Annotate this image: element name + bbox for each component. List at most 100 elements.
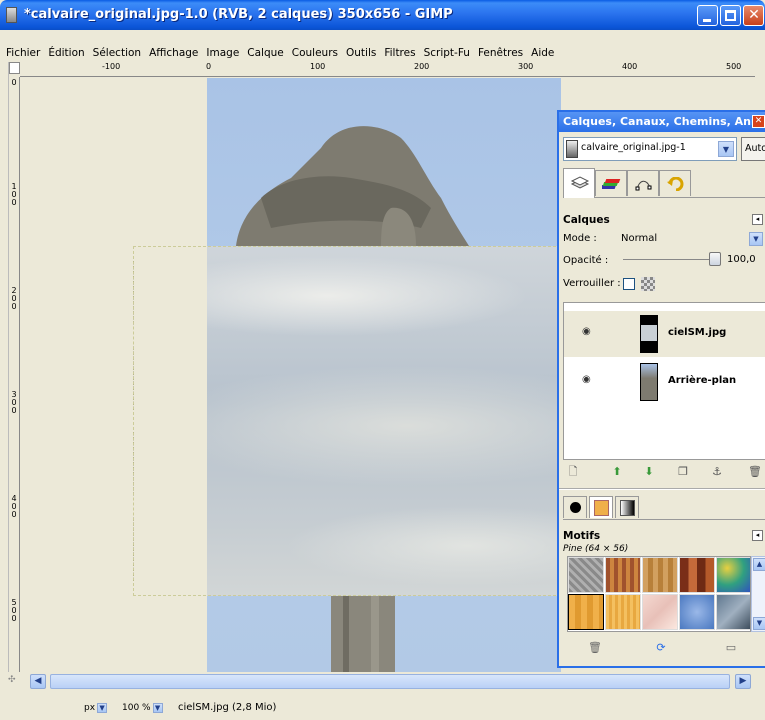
current-pattern: Pine (64 × 56) [563, 544, 629, 554]
title-bar[interactable]: *calvaire_original.jpg-1.0 (RVB, 2 calqu… [0, 0, 765, 30]
mode-label: Mode : [563, 233, 597, 244]
layer-row[interactable]: ◉ cielSM.jpg [564, 311, 765, 357]
lock-label: Verrouiller : [563, 278, 621, 289]
mode-select[interactable]: Normal [621, 233, 657, 244]
trash-icon[interactable]: 🗑 [587, 640, 603, 656]
new-layer-icon[interactable]: 🗋 [565, 464, 581, 480]
dock-tabs [563, 168, 765, 198]
pattern-swatch[interactable] [716, 557, 750, 593]
zoom-select[interactable]: 100 % ▼ [118, 700, 174, 716]
layer-row[interactable]: ◉ Arrière-plan [564, 359, 765, 405]
pane-divider[interactable] [559, 488, 765, 490]
tab-paths[interactable] [627, 170, 659, 196]
eye-icon[interactable]: ◉ [582, 327, 598, 337]
tab-patterns[interactable] [589, 496, 613, 518]
horizontal-ruler[interactable]: -100 0 100 200 300 400 500 [20, 62, 755, 77]
menu-outils[interactable]: Outils [342, 45, 380, 62]
image-canvas[interactable] [21, 78, 561, 672]
left-edge [0, 62, 9, 672]
auto-button[interactable]: Auto [741, 137, 765, 161]
scroll-right-button[interactable]: ▶ [735, 674, 751, 689]
tab-undo[interactable] [659, 170, 691, 196]
navigate-icon[interactable]: ✣ [8, 675, 20, 687]
image-select-value: calvaire_original.jpg-1 [581, 142, 686, 153]
tab-menu-icon[interactable]: ◂ [752, 214, 763, 225]
scroll-left-button[interactable]: ◀ [30, 674, 46, 689]
dock-close-icon[interactable]: ✕ [752, 115, 765, 128]
tab-layers[interactable] [563, 168, 595, 198]
opacity-slider-track[interactable] [623, 259, 715, 260]
pattern-swatch[interactable] [679, 557, 715, 593]
menu-selection[interactable]: Sélection [89, 45, 145, 62]
pattern-swatch-selected[interactable] [568, 594, 604, 630]
pattern-swatch[interactable] [642, 594, 678, 630]
brush-icon [570, 502, 581, 513]
raise-layer-icon[interactable]: ⬆ [609, 464, 625, 480]
menu-calque[interactable]: Calque [243, 45, 287, 62]
layer-name: cielSM.jpg [668, 327, 727, 338]
pattern-swatch[interactable] [605, 594, 641, 630]
menu-fenetres[interactable]: Fenêtres [474, 45, 527, 62]
folder-icon[interactable]: ▭ [723, 640, 739, 656]
menu-edition[interactable]: Édition [44, 45, 88, 62]
refresh-icon[interactable]: ⟳ [653, 640, 669, 656]
pattern-icon [594, 500, 609, 516]
dock-title-bar[interactable]: Calques, Canaux, Chemins, Ann... ✕ [559, 112, 765, 132]
hruler-label: -100 [102, 62, 121, 71]
patterns-toolbar: 🗑 ⟳ ▭ [563, 640, 765, 658]
pattern-swatch[interactable] [605, 557, 641, 593]
tab-brushes[interactable] [563, 496, 587, 518]
patterns-scrollbar[interactable]: ▲ ▼ [751, 556, 765, 632]
menu-aide[interactable]: Aide [527, 45, 558, 62]
close-button[interactable]: ✕ [743, 5, 764, 26]
eye-icon[interactable]: ◉ [582, 375, 598, 385]
patterns-grid[interactable] [567, 556, 751, 632]
lower-layer-icon[interactable]: ⬇ [641, 464, 657, 480]
menu-filtres[interactable]: Filtres [380, 45, 419, 62]
vertical-ruler[interactable]: 0 100 200 300 400 500 [9, 77, 20, 672]
trash-icon[interactable]: 🗑 [747, 464, 763, 480]
vruler-label: 300 [11, 390, 17, 415]
chevron-down-icon: ▼ [718, 141, 734, 157]
chevron-down-icon[interactable]: ▼ [753, 617, 765, 630]
lock-alpha-icon[interactable] [641, 277, 655, 291]
opacity-slider-handle[interactable] [709, 252, 721, 266]
channels-icon [602, 179, 621, 189]
pattern-swatch[interactable] [679, 594, 715, 630]
layers-icon [570, 176, 590, 189]
maximize-icon [725, 10, 736, 21]
status-bar: px ▼ 100 % ▼ cielSM.jpg (2,8 Mio) [0, 690, 765, 720]
anchor-layer-icon[interactable]: ⚓ [709, 464, 725, 480]
minimize-button[interactable] [697, 5, 718, 26]
unit-select[interactable]: px ▼ [78, 700, 114, 716]
tab-channels[interactable] [595, 170, 627, 196]
menu-script-fu[interactable]: Script-Fu [420, 45, 474, 62]
chevron-up-icon[interactable]: ▲ [753, 558, 765, 571]
dock-title: Calques, Canaux, Chemins, Ann... [563, 115, 765, 128]
layers-list[interactable]: ◉ cielSM.jpg ◉ Arrière-plan [563, 302, 765, 460]
pattern-swatch[interactable] [568, 557, 604, 593]
scroll-thumb[interactable] [50, 674, 730, 689]
menu-image[interactable]: Image [202, 45, 243, 62]
menu-fichier[interactable]: Fichier [0, 45, 44, 62]
maximize-button[interactable] [720, 5, 741, 26]
horizontal-scrollbar[interactable]: ✣ ◀ ▶ [0, 672, 765, 690]
duplicate-layer-icon[interactable]: ❐ [675, 464, 691, 480]
window-title: *calvaire_original.jpg-1.0 (RVB, 2 calqu… [24, 7, 453, 22]
image-thumbnail [566, 140, 578, 158]
chevron-down-icon[interactable]: ▼ [749, 232, 763, 246]
pattern-swatch[interactable] [642, 557, 678, 593]
gimp-app-icon [6, 7, 17, 23]
gimp-image-window: *calvaire_original.jpg-1.0 (RVB, 2 calqu… [0, 0, 765, 720]
pattern-swatch[interactable] [716, 594, 750, 630]
tab-gradients[interactable] [615, 496, 639, 518]
opacity-value[interactable]: 100,0 [727, 254, 756, 265]
layer-name: Arrière-plan [668, 375, 737, 386]
menu-affichage[interactable]: Affichage [145, 45, 202, 62]
image-select[interactable]: calvaire_original.jpg-1 ▼ [563, 137, 737, 161]
menu-bar: Fichier Édition Sélection Affichage Image Cal… [0, 45, 765, 62]
tab-menu-icon[interactable]: ◂ [752, 530, 763, 541]
menu-couleurs[interactable]: Couleurs [288, 45, 342, 62]
quick-mask-toggle[interactable] [9, 62, 20, 74]
lock-pixels-checkbox[interactable] [623, 278, 635, 290]
